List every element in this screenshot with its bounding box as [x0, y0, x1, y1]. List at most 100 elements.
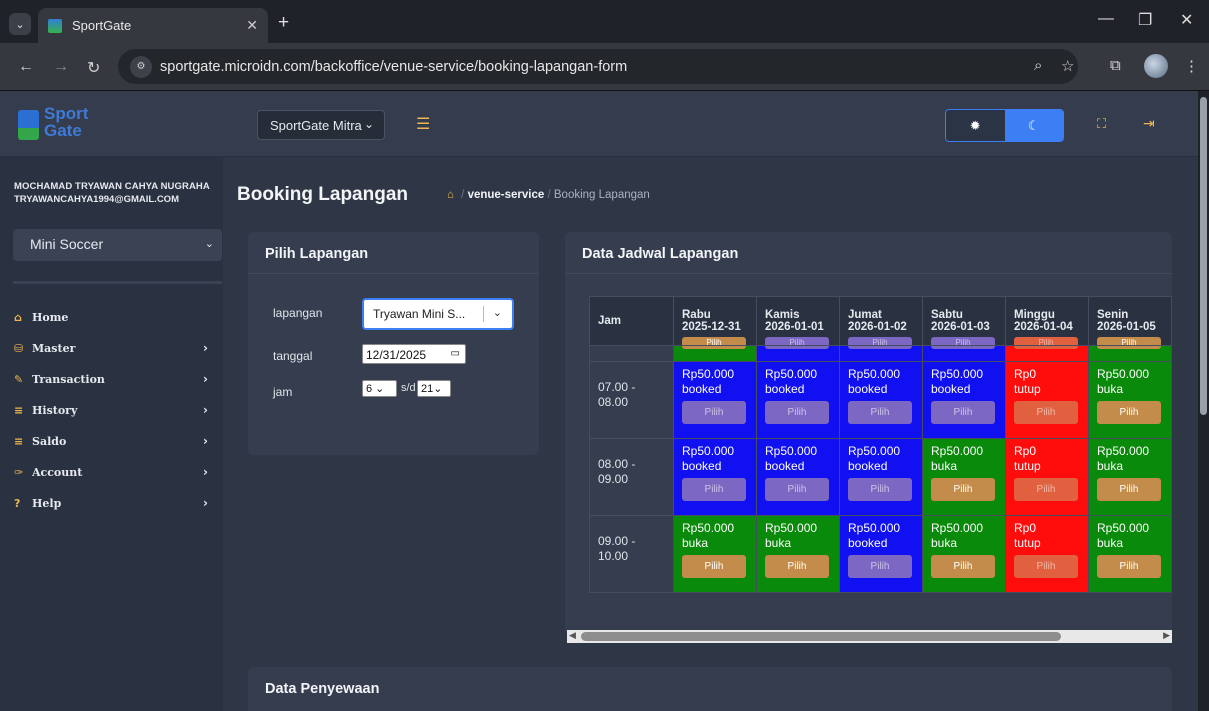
zoom-icon[interactable]: ⌕: [1034, 57, 1042, 74]
pilih-button[interactable]: Pilih: [682, 337, 746, 349]
pilih-button[interactable]: Pilih: [931, 337, 995, 349]
jam-from-select[interactable]: 6 ⌄: [362, 380, 397, 397]
lapangan-select[interactable]: Tryawan Mini S... ⌄: [362, 298, 514, 330]
cell-price: Rp50.000: [765, 521, 818, 535]
logout-icon[interactable]: ⇥: [1143, 115, 1155, 132]
table-horizontal-scrollbar[interactable]: ◀ ▶: [567, 630, 1172, 643]
cell-price: Rp50.000: [765, 367, 818, 381]
tab-list-chevron-icon[interactable]: ⌄: [9, 13, 31, 35]
profile-avatar[interactable]: [1144, 54, 1168, 78]
pilih-button[interactable]: Pilih: [765, 337, 829, 349]
cell-status: buka: [931, 536, 958, 550]
scrollbar-thumb[interactable]: [581, 632, 1061, 641]
pilih-button[interactable]: Pilih: [1097, 401, 1161, 424]
page-scrollbar[interactable]: [1198, 91, 1209, 711]
table-cell: Rp50.000 booked Pilih: [839, 515, 923, 593]
sidebar-item-history[interactable]: ≡ History ›: [14, 397, 210, 423]
dark-mode-moon-icon[interactable]: ☾: [1004, 110, 1063, 141]
bookmark-star-icon[interactable]: ☆: [1061, 57, 1074, 75]
extensions-icon[interactable]: ⧉: [1110, 57, 1121, 74]
pilih-button[interactable]: Pilih: [1014, 401, 1078, 424]
pilih-button[interactable]: Pilih: [765, 401, 829, 424]
card-divider: [565, 273, 1172, 274]
table-cell: Rp50.000 buka Pilih: [1088, 515, 1172, 593]
forward-arrow-icon[interactable]: →: [53, 58, 69, 76]
cell-price: Rp0: [1014, 521, 1037, 535]
pilih-button[interactable]: Pilih: [1014, 478, 1078, 501]
pilih-button[interactable]: Pilih: [848, 401, 912, 424]
jam-to-select[interactable]: 21⌄: [417, 380, 451, 397]
pilih-button[interactable]: Pilih: [848, 478, 912, 501]
pilih-button[interactable]: Pilih: [1097, 337, 1161, 349]
minimize-icon[interactable]: —: [1098, 10, 1114, 28]
pilih-button[interactable]: Pilih: [1014, 337, 1078, 349]
pilih-button[interactable]: Pilih: [848, 337, 912, 349]
calendar-icon[interactable]: ▭: [451, 348, 460, 359]
sidebar-item-label: Help: [32, 496, 62, 510]
sidebar-item-help[interactable]: ? Help ›: [14, 490, 210, 516]
cell-price: Rp50.000: [848, 367, 901, 381]
sport-select[interactable]: Mini Soccer ⌄: [13, 229, 222, 261]
page-scrollbar-thumb[interactable]: [1200, 97, 1207, 415]
pilih-button[interactable]: Pilih: [682, 401, 746, 424]
chevron-right-icon: ›: [203, 372, 208, 386]
tab-close-icon[interactable]: ✕: [246, 17, 258, 34]
logo-line2: Gate: [44, 121, 82, 140]
jam-to-value: 21: [421, 383, 434, 395]
app-viewport: Sport Gate SportGate Mitra ⌄ ☰ ✹ ☾ ⛶ ⇥ M…: [0, 91, 1198, 711]
schedule-table-scroll[interactable]: Jam Rabu 2025-12-31 Kamis 2026-01-01 Jumat…: [589, 296, 1172, 628]
pilih-button[interactable]: Pilih: [931, 478, 995, 501]
cell-price: Rp50.000: [1097, 444, 1150, 458]
site-info-icon[interactable]: ⚙: [130, 55, 152, 78]
list-icon: ≡: [14, 403, 24, 417]
fullscreen-icon[interactable]: ⛶: [1097, 116, 1106, 132]
logo-mark-icon: [18, 110, 39, 140]
card-title: Pilih Lapangan: [265, 246, 369, 262]
sidebar-item-home[interactable]: ⌂ Home: [14, 304, 210, 330]
pilih-button[interactable]: Pilih: [848, 555, 912, 578]
cell-price: Rp50.000: [1097, 521, 1150, 535]
home-icon[interactable]: ⌂: [447, 189, 454, 201]
scroll-right-icon[interactable]: ▶: [1163, 630, 1170, 641]
sidebar-item-saldo[interactable]: ≡ Saldo ›: [14, 428, 210, 454]
cell-price: Rp50.000: [931, 367, 984, 381]
sportgate-logo[interactable]: Sport Gate: [18, 102, 138, 144]
pilih-button[interactable]: Pilih: [682, 478, 746, 501]
new-tab-plus-icon[interactable]: +: [278, 12, 289, 34]
browser-menu-icon[interactable]: ⋮: [1184, 57, 1199, 75]
pilih-button[interactable]: Pilih: [931, 555, 995, 578]
cell-price: Rp50.000: [848, 521, 901, 535]
scroll-left-icon[interactable]: ◀: [569, 630, 576, 641]
sidebar-item-transaction[interactable]: ✎ Transaction ›: [14, 366, 210, 392]
pilih-button[interactable]: Pilih: [765, 555, 829, 578]
sidebar: MOCHAMAD TRYAWAN CAHYA NUGRAHA TRYAWANCA…: [0, 157, 223, 711]
card-title: Data Penyewaan: [265, 681, 380, 697]
sidebar-item-account[interactable]: ✑ Account ›: [14, 459, 210, 485]
pilih-button[interactable]: Pilih: [1014, 555, 1078, 578]
sidebar-item-master[interactable]: ⛁ Master ›: [14, 335, 210, 361]
pilih-button[interactable]: Pilih: [682, 555, 746, 578]
penyewaan-card: Data Penyewaan: [248, 667, 1172, 711]
pilih-button[interactable]: Pilih: [765, 478, 829, 501]
table-cell: Pilih: [756, 337, 840, 362]
venue-select[interactable]: SportGate Mitra ⌄: [257, 110, 385, 140]
browser-tab[interactable]: SportGate ✕: [38, 8, 268, 43]
window-close-icon[interactable]: ✕: [1180, 10, 1193, 30]
browser-toolbar: ← → ↻ ⚙ sportgate.microidn.com/backoffic…: [0, 43, 1209, 91]
table-cell: Pilih: [1005, 337, 1089, 362]
light-mode-gear-icon[interactable]: ✹: [946, 110, 1005, 141]
cell-status: booked: [848, 459, 888, 473]
tanggal-date-input[interactable]: 12/31/2025 ▭: [362, 344, 466, 364]
back-arrow-icon[interactable]: ←: [18, 58, 34, 76]
restore-icon[interactable]: ❐: [1138, 10, 1152, 30]
reload-icon[interactable]: ↻: [87, 58, 100, 78]
pilih-button[interactable]: Pilih: [1097, 555, 1161, 578]
breadcrumb-parent[interactable]: venue-service: [468, 189, 545, 201]
menu-toggle-icon[interactable]: ☰: [416, 114, 430, 134]
cell-status: buka: [1097, 536, 1124, 550]
table-cell: Rp50.000 booked Pilih: [922, 361, 1006, 439]
pilih-button[interactable]: Pilih: [1097, 478, 1161, 501]
pilih-button[interactable]: Pilih: [931, 401, 995, 424]
address-bar[interactable]: ⚙ sportgate.microidn.com/backoffice/venu…: [118, 49, 1078, 84]
cell-price: Rp50.000: [931, 444, 984, 458]
